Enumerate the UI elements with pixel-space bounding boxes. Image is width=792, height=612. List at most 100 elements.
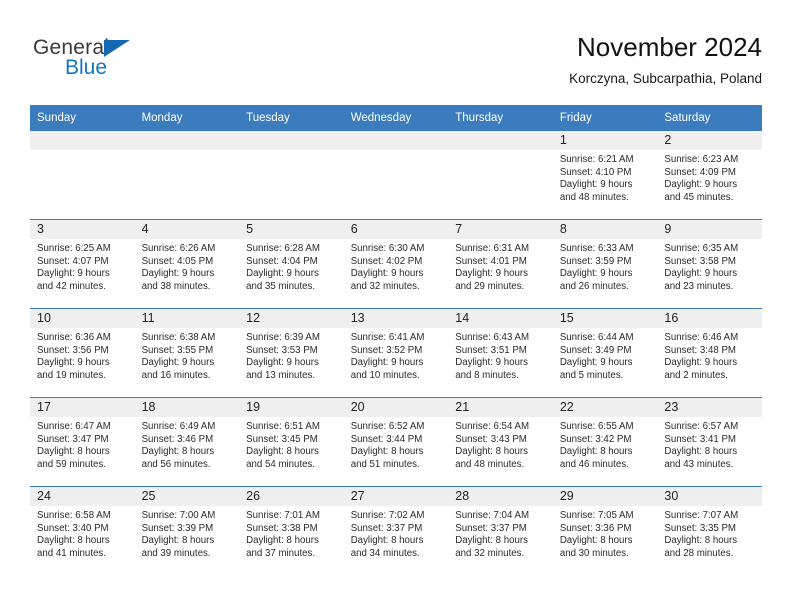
calendar-day-cell[interactable]: 24 Sunrise: 6:58 AM Sunset: 3:40 PM Dayligh… bbox=[30, 486, 135, 575]
day-cell-12[interactable]: 12 Sunrise: 6:39 AM Sunset: 3:53 PM Dayligh… bbox=[239, 309, 344, 397]
day-number: 5 bbox=[239, 220, 344, 239]
sunrise-text: Sunrise: 6:57 AM bbox=[664, 421, 739, 432]
sunset-text: Sunset: 3:58 PM bbox=[664, 255, 736, 267]
calendar-day-cell[interactable]: 20 Sunrise: 6:52 AM Sunset: 3:44 PM Dayligh… bbox=[343, 397, 449, 487]
daylight-text-line2: and 23 minutes. bbox=[664, 280, 734, 292]
day-number: 11 bbox=[134, 309, 240, 328]
day-details: Sunrise: 7:05 AM Sunset: 3:36 PM Daylight:… bbox=[553, 506, 658, 560]
day-number: 12 bbox=[239, 309, 344, 328]
sunrise-text: Sunrise: 6:46 AM bbox=[664, 332, 739, 343]
day-cell-5[interactable]: 5 Sunrise: 6:28 AM Sunset: 4:04 PM Daylight… bbox=[239, 220, 344, 308]
day-cell-18[interactable]: 18 Sunrise: 6:49 AM Sunset: 3:46 PM Dayligh… bbox=[134, 398, 240, 486]
day-details: Sunrise: 7:01 AM Sunset: 3:38 PM Daylight:… bbox=[239, 506, 344, 560]
day-cell-30[interactable]: 30 Sunrise: 7:07 AM Sunset: 3:35 PM Dayligh… bbox=[657, 487, 762, 575]
daylight-text-line1: Daylight: 9 hours bbox=[350, 357, 424, 369]
day-number: 28 bbox=[448, 487, 553, 506]
calendar-day-cell[interactable] bbox=[239, 130, 344, 220]
sunrise-text: Sunrise: 6:30 AM bbox=[350, 243, 425, 254]
day-cell-10[interactable]: 10 Sunrise: 6:36 AM Sunset: 3:56 PM Dayligh… bbox=[30, 309, 135, 397]
calendar-day-cell[interactable]: 1 Sunrise: 6:21 AM Sunset: 4:10 PM Daylight… bbox=[552, 130, 658, 220]
day-cell-16[interactable]: 16 Sunrise: 6:46 AM Sunset: 3:48 PM Dayligh… bbox=[657, 309, 762, 397]
daylight-text-line2: and 29 minutes. bbox=[455, 280, 525, 292]
day-cell-empty[interactable] bbox=[134, 131, 240, 219]
weekday-header-thursday: Thursday bbox=[448, 105, 553, 131]
calendar-day-cell[interactable]: 26 Sunrise: 7:01 AM Sunset: 3:38 PM Dayligh… bbox=[239, 486, 344, 575]
calendar-day-cell[interactable]: 25 Sunrise: 7:00 AM Sunset: 3:39 PM Dayligh… bbox=[134, 486, 240, 575]
day-details: Sunrise: 7:02 AM Sunset: 3:37 PM Daylight:… bbox=[344, 506, 449, 560]
day-cell-empty[interactable] bbox=[30, 131, 135, 219]
day-cell-7[interactable]: 7 Sunrise: 6:31 AM Sunset: 4:01 PM Daylight… bbox=[448, 220, 553, 308]
day-cell-13[interactable]: 13 Sunrise: 6:41 AM Sunset: 3:52 PM Dayligh… bbox=[343, 309, 449, 397]
day-cell-3[interactable]: 3 Sunrise: 6:25 AM Sunset: 4:07 PM Daylight… bbox=[30, 220, 135, 308]
day-cell-11[interactable]: 11 Sunrise: 6:38 AM Sunset: 3:55 PM Dayligh… bbox=[134, 309, 240, 397]
day-details: Sunrise: 6:44 AM Sunset: 3:49 PM Daylight:… bbox=[553, 328, 658, 382]
calendar-day-cell[interactable] bbox=[134, 130, 240, 220]
day-cell-9[interactable]: 9 Sunrise: 6:35 AM Sunset: 3:58 PM Daylight… bbox=[657, 220, 762, 308]
calendar-day-cell[interactable]: 15 Sunrise: 6:44 AM Sunset: 3:49 PM Dayligh… bbox=[552, 308, 658, 398]
day-details: Sunrise: 6:58 AM Sunset: 3:40 PM Daylight:… bbox=[30, 506, 135, 560]
calendar-day-cell[interactable]: 21 Sunrise: 6:54 AM Sunset: 3:43 PM Dayligh… bbox=[448, 397, 553, 487]
calendar-day-cell[interactable] bbox=[343, 130, 449, 220]
calendar-day-cell[interactable]: 7 Sunrise: 6:31 AM Sunset: 4:01 PM Daylight… bbox=[448, 219, 553, 309]
calendar-day-cell[interactable]: 4 Sunrise: 6:26 AM Sunset: 4:05 PM Daylight… bbox=[134, 219, 240, 309]
calendar-page: General Blue November 2024 Korczyna, Sub… bbox=[0, 0, 792, 612]
sunrise-text: Sunrise: 6:35 AM bbox=[664, 243, 739, 254]
day-cell-21[interactable]: 21 Sunrise: 6:54 AM Sunset: 3:43 PM Dayligh… bbox=[448, 398, 553, 486]
day-cell-14[interactable]: 14 Sunrise: 6:43 AM Sunset: 3:51 PM Dayligh… bbox=[448, 309, 553, 397]
generalblue-logo[interactable]: General Blue bbox=[33, 36, 213, 88]
day-cell-4[interactable]: 4 Sunrise: 6:26 AM Sunset: 4:05 PM Daylight… bbox=[134, 220, 240, 308]
day-cell-2[interactable]: 2 Sunrise: 6:23 AM Sunset: 4:09 PM Daylight… bbox=[657, 131, 762, 219]
calendar-day-cell[interactable]: 30 Sunrise: 7:07 AM Sunset: 3:35 PM Dayligh… bbox=[657, 486, 762, 575]
calendar-day-cell[interactable]: 22 Sunrise: 6:55 AM Sunset: 3:42 PM Dayligh… bbox=[552, 397, 658, 487]
calendar-day-cell[interactable]: 3 Sunrise: 6:25 AM Sunset: 4:07 PM Daylight… bbox=[30, 219, 135, 309]
day-cell-15[interactable]: 15 Sunrise: 6:44 AM Sunset: 3:49 PM Dayligh… bbox=[552, 309, 658, 397]
calendar-day-cell[interactable]: 23 Sunrise: 6:57 AM Sunset: 3:41 PM Dayligh… bbox=[657, 397, 762, 487]
day-cell-1[interactable]: 1 Sunrise: 6:21 AM Sunset: 4:10 PM Daylight… bbox=[552, 131, 658, 219]
calendar-day-cell[interactable]: 12 Sunrise: 6:39 AM Sunset: 3:53 PM Dayligh… bbox=[239, 308, 344, 398]
calendar-day-cell[interactable]: 16 Sunrise: 6:46 AM Sunset: 3:48 PM Dayligh… bbox=[657, 308, 762, 398]
day-cell-27[interactable]: 27 Sunrise: 7:02 AM Sunset: 3:37 PM Dayligh… bbox=[343, 487, 449, 575]
calendar-day-cell[interactable]: 13 Sunrise: 6:41 AM Sunset: 3:52 PM Dayligh… bbox=[343, 308, 449, 398]
day-cell-28[interactable]: 28 Sunrise: 7:04 AM Sunset: 3:37 PM Dayligh… bbox=[448, 487, 553, 575]
daylight-text-line2: and 39 minutes. bbox=[141, 547, 211, 559]
sunrise-text: Sunrise: 6:52 AM bbox=[350, 421, 425, 432]
daylight-text-line2: and 32 minutes. bbox=[350, 280, 420, 292]
day-cell-17[interactable]: 17 Sunrise: 6:47 AM Sunset: 3:47 PM Dayligh… bbox=[30, 398, 135, 486]
sunrise-text: Sunrise: 6:25 AM bbox=[37, 243, 111, 254]
day-cell-empty[interactable] bbox=[448, 131, 553, 219]
calendar-day-cell[interactable]: 18 Sunrise: 6:49 AM Sunset: 3:46 PM Dayligh… bbox=[134, 397, 240, 487]
day-number: 1 bbox=[552, 131, 658, 150]
calendar-day-cell[interactable] bbox=[30, 130, 135, 220]
day-cell-empty[interactable] bbox=[343, 131, 449, 219]
daylight-text-line1: Daylight: 9 hours bbox=[559, 268, 633, 280]
calendar-day-cell[interactable]: 19 Sunrise: 6:51 AM Sunset: 3:45 PM Dayligh… bbox=[239, 397, 344, 487]
calendar-day-cell[interactable]: 10 Sunrise: 6:36 AM Sunset: 3:56 PM Dayligh… bbox=[30, 308, 135, 398]
calendar-day-cell[interactable]: 28 Sunrise: 7:04 AM Sunset: 3:37 PM Dayligh… bbox=[448, 486, 553, 575]
calendar-day-cell[interactable]: 8 Sunrise: 6:33 AM Sunset: 3:59 PM Daylight… bbox=[552, 219, 658, 309]
calendar-day-cell[interactable]: 29 Sunrise: 7:05 AM Sunset: 3:36 PM Dayligh… bbox=[552, 486, 658, 575]
day-cell-22[interactable]: 22 Sunrise: 6:55 AM Sunset: 3:42 PM Dayligh… bbox=[552, 398, 658, 486]
day-cell-19[interactable]: 19 Sunrise: 6:51 AM Sunset: 3:45 PM Dayligh… bbox=[239, 398, 344, 486]
calendar-day-cell[interactable]: 5 Sunrise: 6:28 AM Sunset: 4:04 PM Daylight… bbox=[239, 219, 344, 309]
day-cell-24[interactable]: 24 Sunrise: 6:58 AM Sunset: 3:40 PM Dayligh… bbox=[30, 487, 135, 575]
calendar-day-cell[interactable]: 14 Sunrise: 6:43 AM Sunset: 3:51 PM Dayligh… bbox=[448, 308, 553, 398]
day-details: Sunrise: 6:35 AM Sunset: 3:58 PM Daylight:… bbox=[657, 239, 762, 293]
day-cell-8[interactable]: 8 Sunrise: 6:33 AM Sunset: 3:59 PM Daylight… bbox=[552, 220, 658, 308]
day-cell-29[interactable]: 29 Sunrise: 7:05 AM Sunset: 3:36 PM Dayligh… bbox=[552, 487, 658, 575]
day-cell-6[interactable]: 6 Sunrise: 6:30 AM Sunset: 4:02 PM Daylight… bbox=[343, 220, 449, 308]
daylight-text-line1: Daylight: 8 hours bbox=[664, 535, 738, 547]
day-cell-23[interactable]: 23 Sunrise: 6:57 AM Sunset: 3:41 PM Dayligh… bbox=[657, 398, 762, 486]
day-number: 4 bbox=[134, 220, 240, 239]
calendar-day-cell[interactable]: 6 Sunrise: 6:30 AM Sunset: 4:02 PM Daylight… bbox=[343, 219, 449, 309]
calendar-day-cell[interactable]: 27 Sunrise: 7:02 AM Sunset: 3:37 PM Dayligh… bbox=[343, 486, 449, 575]
calendar-day-cell[interactable] bbox=[448, 130, 553, 220]
calendar-day-cell[interactable]: 2 Sunrise: 6:23 AM Sunset: 4:09 PM Daylight… bbox=[657, 130, 762, 220]
day-cell-20[interactable]: 20 Sunrise: 6:52 AM Sunset: 3:44 PM Dayligh… bbox=[343, 398, 449, 486]
calendar-day-cell[interactable]: 17 Sunrise: 6:47 AM Sunset: 3:47 PM Dayligh… bbox=[30, 397, 135, 487]
calendar-day-cell[interactable]: 11 Sunrise: 6:38 AM Sunset: 3:55 PM Dayligh… bbox=[134, 308, 240, 398]
calendar-day-cell[interactable]: 9 Sunrise: 6:35 AM Sunset: 3:58 PM Daylight… bbox=[657, 219, 762, 309]
day-number: 21 bbox=[448, 398, 553, 417]
day-cell-empty[interactable] bbox=[239, 131, 344, 219]
day-cell-25[interactable]: 25 Sunrise: 7:00 AM Sunset: 3:39 PM Dayligh… bbox=[134, 487, 240, 575]
day-cell-26[interactable]: 26 Sunrise: 7:01 AM Sunset: 3:38 PM Dayligh… bbox=[239, 487, 344, 575]
